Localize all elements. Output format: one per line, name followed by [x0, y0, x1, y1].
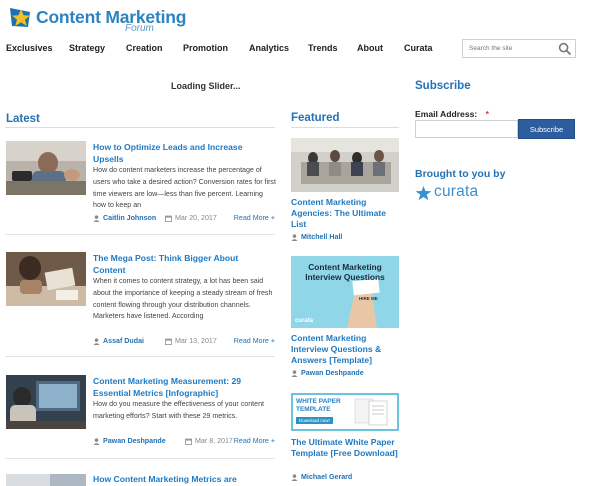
logo-star-icon — [10, 8, 30, 27]
curata-star-icon — [415, 186, 432, 201]
brought-by-text: Brought to you by — [415, 168, 506, 180]
post-thumbnail[interactable] — [6, 141, 86, 195]
post-divider — [5, 356, 275, 357]
featured-image-brand: curata — [295, 318, 314, 324]
nav-curata[interactable]: Curata — [404, 43, 433, 53]
post-excerpt: How do content marketers increase the pe… — [93, 166, 276, 210]
nav-exclusives[interactable]: Exclusives — [6, 43, 53, 53]
post-title[interactable]: How to Optimize Leads and Increase Upsel… — [93, 142, 273, 165]
post-divider — [5, 458, 275, 459]
calendar-icon — [165, 338, 172, 345]
featured-image-text: WHITE PAPER TEMPLATE — [296, 398, 341, 413]
post-excerpt: How do you measure the effectiveness of … — [93, 400, 265, 420]
curata-logo[interactable]: curata — [415, 183, 497, 203]
author-icon — [291, 474, 298, 481]
post-author[interactable]: Assaf Dudai — [103, 337, 144, 345]
post-date: Mar 20, 2017 — [175, 214, 217, 222]
calendar-icon — [185, 438, 192, 445]
subscribe-heading: Subscribe — [415, 80, 471, 92]
featured-image[interactable] — [291, 138, 399, 192]
author-icon — [93, 338, 100, 345]
featured-author[interactable]: Pawan Deshpande — [301, 369, 364, 377]
search-input[interactable] — [463, 40, 557, 57]
post-excerpt: When it comes to content strategy, a lot… — [93, 277, 273, 321]
featured-divider — [291, 127, 399, 128]
nav-trends[interactable]: Trends — [308, 43, 338, 53]
nav-promotion[interactable]: Promotion — [183, 43, 228, 53]
author-icon — [93, 215, 100, 222]
post-meta: Caitlin Johnson Mar 20, 2017 Read More + — [93, 214, 275, 224]
featured-heading: Featured — [291, 112, 340, 124]
post-thumbnail[interactable] — [6, 474, 86, 486]
email-field[interactable] — [415, 120, 518, 138]
logo-title: Content Marketing — [36, 7, 187, 27]
post-divider — [5, 234, 275, 235]
slider-loading-text: Loading Slider... — [171, 81, 241, 91]
read-more-link[interactable]: Read More + — [234, 437, 275, 445]
subscribe-button[interactable]: Subscribe — [518, 119, 575, 139]
featured-author[interactable]: Mitchell Hall — [301, 233, 342, 241]
post-meta: Assaf Dudai Mar 13, 2017 Read More + — [93, 337, 275, 347]
post-date: Mar 13, 2017 — [175, 337, 217, 345]
post-date: Mar 8, 2017 — [195, 437, 233, 445]
logo-subtitle: Forum — [125, 23, 154, 34]
search-icon[interactable] — [558, 42, 572, 56]
nav-analytics[interactable]: Analytics — [249, 43, 289, 53]
featured-author[interactable]: Michael Gerard — [301, 473, 352, 481]
latest-heading: Latest — [6, 113, 40, 125]
post-item: Content Marketing Measurement: 29 Essent… — [5, 375, 275, 459]
calendar-icon — [165, 215, 172, 222]
curata-wordmark: curata — [434, 183, 479, 200]
author-icon — [291, 370, 298, 377]
post-thumbnail[interactable] — [6, 252, 86, 306]
download-now-button[interactable]: Download now! — [296, 417, 333, 424]
nav-about[interactable]: About — [357, 43, 383, 53]
read-more-link[interactable]: Read More + — [234, 337, 275, 345]
post-title[interactable]: The Mega Post: Think Bigger About Conten… — [93, 253, 273, 276]
post-author[interactable]: Pawan Deshpande — [103, 437, 166, 445]
latest-divider — [5, 127, 275, 128]
featured-title[interactable]: Content Marketing Interview Questions & … — [291, 333, 401, 367]
featured-image-sign: HIRE ME — [359, 296, 378, 301]
author-icon — [93, 438, 100, 445]
main-nav: Exclusives Strategy Creation Promotion A… — [0, 43, 440, 57]
post-title[interactable]: How Content Marketing Metrics are — [93, 474, 273, 486]
featured-title[interactable]: Content Marketing Agencies: The Ultimate… — [291, 197, 401, 231]
site-logo[interactable]: Content Marketing Forum — [9, 5, 186, 35]
featured-image-text: Content Marketing Interview Questions — [305, 262, 385, 282]
read-more-link[interactable]: Read More + — [234, 214, 275, 222]
required-mark: * — [485, 109, 489, 119]
post-item: How Content Marketing Metrics are — [5, 474, 275, 486]
featured-title[interactable]: The Ultimate White Paper Template [Free … — [291, 437, 401, 459]
nav-strategy[interactable]: Strategy — [69, 43, 105, 53]
post-item: How to Optimize Leads and Increase Upsel… — [5, 141, 276, 235]
search-box — [462, 39, 576, 58]
nav-creation[interactable]: Creation — [126, 43, 163, 53]
post-title[interactable]: Content Marketing Measurement: 29 Essent… — [93, 376, 273, 399]
post-meta: Pawan Deshpande Mar 8, 2017 Read More + — [93, 437, 275, 447]
post-thumbnail[interactable] — [6, 375, 86, 429]
post-item: The Mega Post: Think Bigger About Conten… — [5, 252, 275, 357]
author-icon — [291, 234, 298, 241]
post-author[interactable]: Caitlin Johnson — [103, 214, 156, 222]
email-label-text: Email Address: — [415, 109, 478, 119]
featured-image[interactable]: Content Marketing Interview Questions HI… — [291, 256, 399, 328]
featured-image[interactable]: WHITE PAPER TEMPLATE Download now! — [291, 393, 399, 431]
email-label: Email Address: * — [415, 109, 489, 119]
